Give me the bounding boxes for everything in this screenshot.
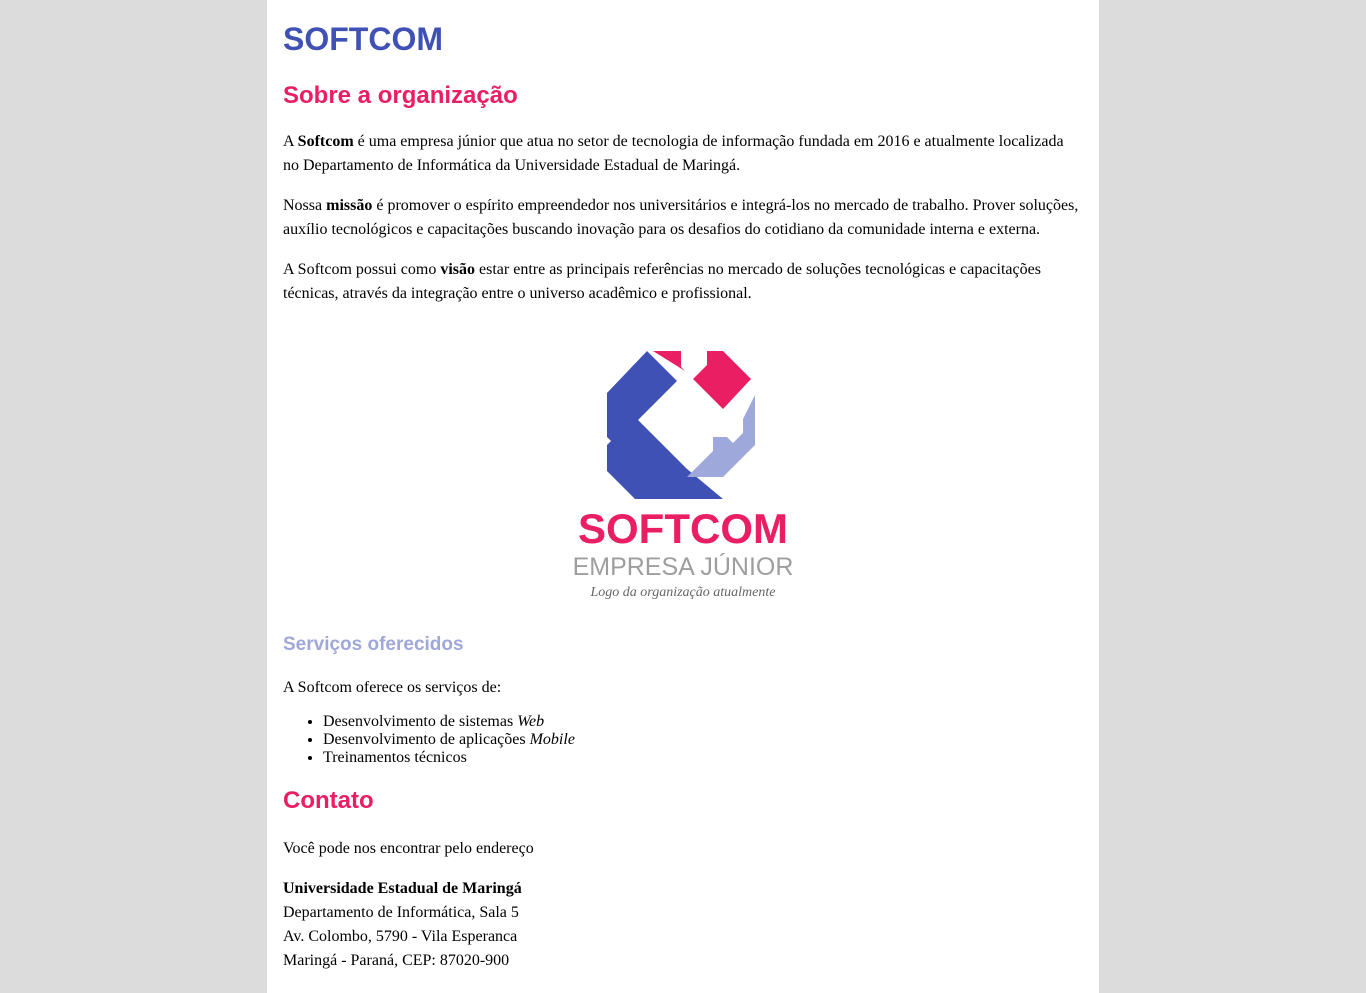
logo-emblem-blue-bottom: [607, 417, 723, 499]
address-line-2: Av. Colombo, 5790 - Vila Esperanca: [283, 928, 518, 945]
address-line-3: Maringá - Paraná, CEP: 87020-900: [283, 952, 510, 969]
emphasis: Web: [517, 713, 545, 730]
softcom-logo: SOFTCOM EMPRESA JÚNIOR: [573, 351, 794, 577]
logo-tagline: EMPRESA JÚNIOR: [573, 552, 794, 577]
address-university: Universidade Estadual de Maringá: [283, 880, 522, 897]
bold-text: Softcom: [297, 133, 354, 150]
text: é uma empresa júnior que atua no setor d…: [283, 133, 1064, 174]
bold-text: missão: [326, 197, 373, 214]
services-heading: Serviços oferecidos: [283, 634, 464, 655]
logo-emblem-light: [687, 395, 755, 477]
text: é promover o espírito empreendedor nos u…: [283, 197, 1079, 238]
services-list: Desenvolvimento de sistemas Web Desenvol…: [283, 713, 1083, 767]
logo-figure: SOFTCOM EMPRESA JÚNIOR Logo da organizaç…: [283, 337, 1083, 601]
list-item: Treinamentos técnicos: [323, 749, 1083, 767]
contact-intro: Você pode nos encontrar pelo endereço: [283, 840, 534, 857]
address-line-1: Departamento de Informática, Sala 5: [283, 904, 519, 921]
list-item: Desenvolvimento de sistemas Web: [323, 713, 1083, 731]
about-heading: Sobre a organização: [283, 82, 518, 109]
contact-heading: Contato: [283, 787, 374, 814]
text: Nossa: [283, 197, 327, 214]
logo-wordmark: SOFTCOM: [578, 505, 788, 552]
text: Desenvolvimento de sistemas: [323, 713, 518, 730]
page-title: SOFTCOM: [283, 21, 443, 57]
content-container: SOFTCOM Sobre a organização A Softcom é …: [267, 0, 1099, 993]
services-intro: A Softcom oferece os serviços de:: [283, 679, 502, 696]
vision-paragraph: A Softcom possui como visão estar entre …: [283, 258, 1083, 306]
emphasis: Mobile: [529, 731, 575, 748]
text: A: [283, 133, 298, 150]
text: Treinamentos técnicos: [323, 749, 467, 766]
about-paragraph-1: A Softcom é uma empresa júnior que atua …: [283, 130, 1083, 178]
logo-caption: Logo da organização atualmente: [590, 585, 776, 600]
bold-text: visão: [440, 261, 476, 278]
mission-paragraph: Nossa missão é promover o espírito empre…: [283, 194, 1083, 242]
text: Desenvolvimento de aplicações: [323, 731, 530, 748]
address-block: Universidade Estadual de Maringá Departa…: [283, 877, 1083, 973]
text: A Softcom possui como: [283, 261, 441, 278]
list-item: Desenvolvimento de aplicações Mobile: [323, 731, 1083, 749]
